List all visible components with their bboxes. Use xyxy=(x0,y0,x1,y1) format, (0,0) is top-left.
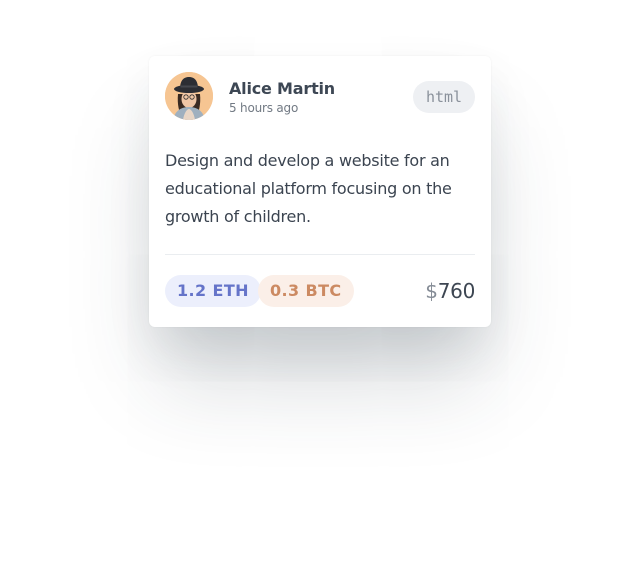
price: $760 xyxy=(425,275,475,307)
task-card[interactable]: Alice Martin 5 hours ago html Design and… xyxy=(149,56,491,327)
user-avatar-icon xyxy=(165,72,213,120)
card-footer: 1.2 ETH 0.3 BTC $760 xyxy=(165,255,475,319)
eth-amount-badge[interactable]: 1.2 ETH xyxy=(165,275,261,307)
task-description: Design and develop a website for an educ… xyxy=(165,151,452,226)
author-info: Alice Martin 5 hours ago xyxy=(229,79,335,116)
language-tag-badge[interactable]: html xyxy=(413,81,475,113)
price-amount: 760 xyxy=(437,279,476,303)
currency-symbol: $ xyxy=(425,279,438,303)
post-time: 5 hours ago xyxy=(229,101,299,115)
author-avatar[interactable] xyxy=(165,72,213,120)
btc-amount-badge[interactable]: 0.3 BTC xyxy=(258,275,354,307)
card-header: Alice Martin 5 hours ago html xyxy=(165,72,475,122)
author-name[interactable]: Alice Martin xyxy=(229,79,335,99)
